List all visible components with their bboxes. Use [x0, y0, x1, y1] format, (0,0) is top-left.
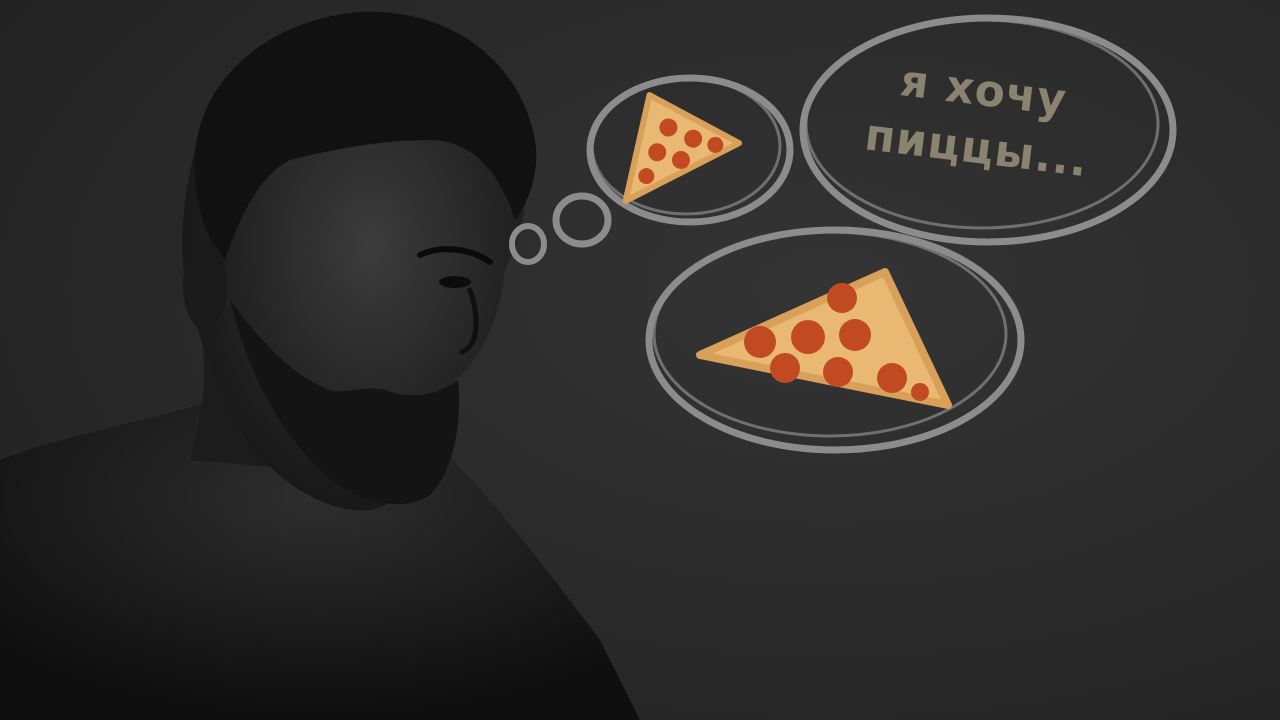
- eye: [439, 276, 471, 288]
- ear: [183, 240, 227, 330]
- meme-scene: я хочу пиццы...: [0, 0, 1280, 720]
